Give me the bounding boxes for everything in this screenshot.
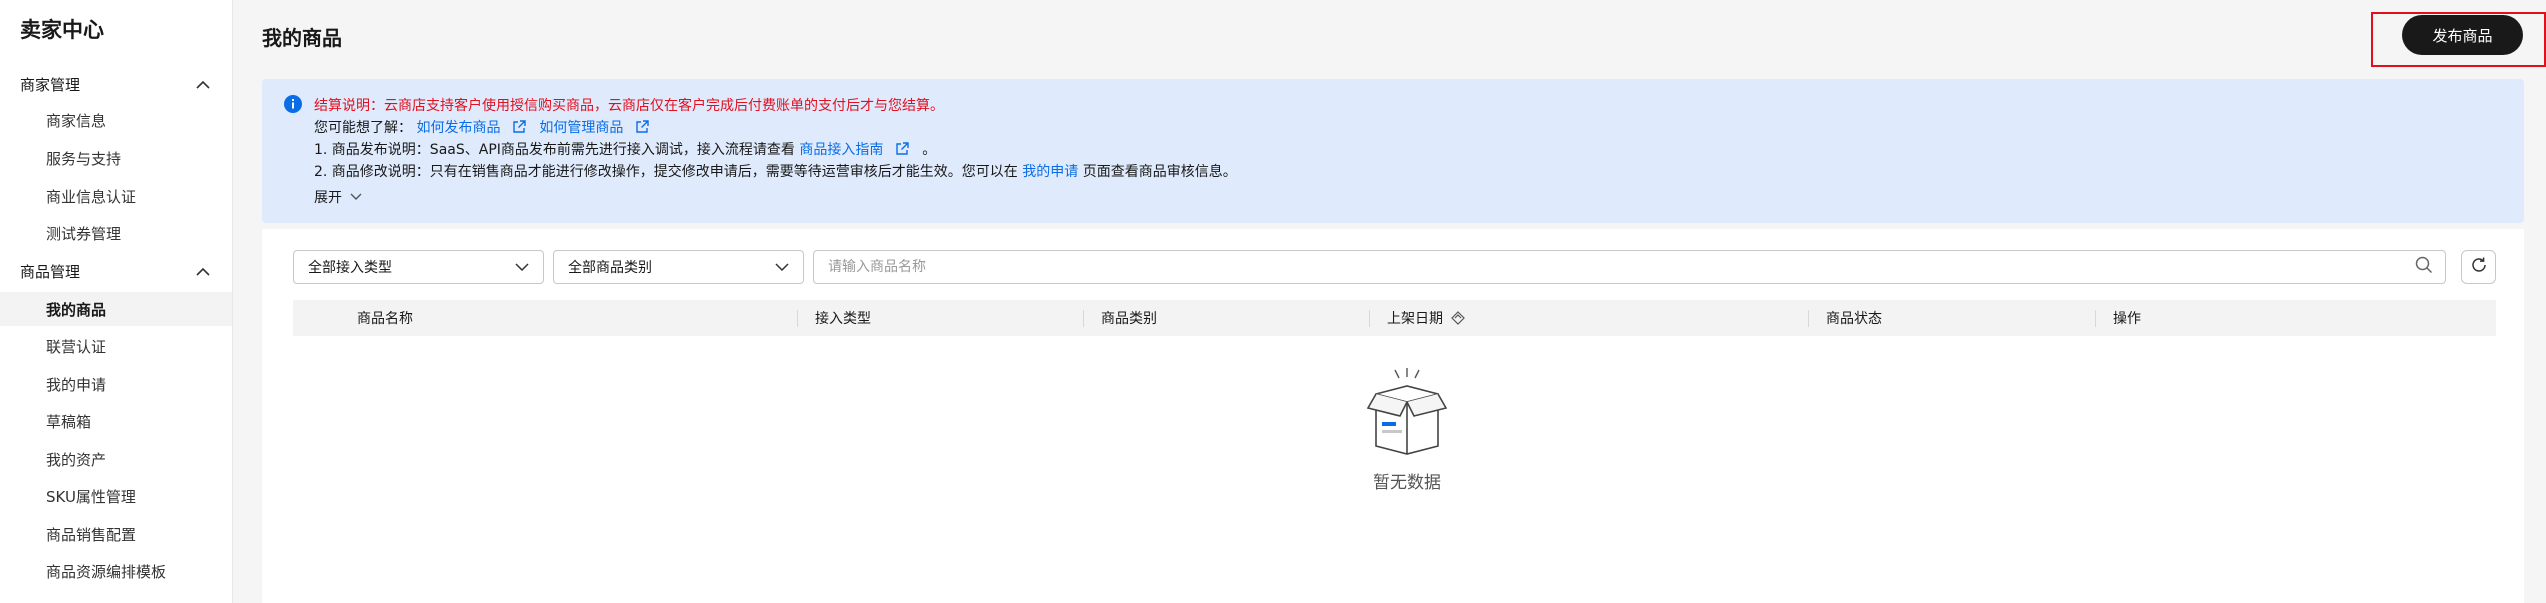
search-input[interactable] xyxy=(828,259,2415,275)
empty-box-icon xyxy=(1352,368,1462,462)
column-header-status: 商品状态 xyxy=(1826,311,1882,327)
nav-group-label: 商家管理 xyxy=(20,75,81,94)
chevron-up-icon xyxy=(195,76,211,92)
table-header: 商品名称 接入类型 商品类别 上架日期 商品状态 操作 xyxy=(293,300,2496,336)
sidebar-item-my-products[interactable]: 我的商品 xyxy=(0,292,232,326)
access-type-select[interactable]: 全部接入类型 xyxy=(293,250,544,284)
sidebar-item-my-assets[interactable]: 我的资产 xyxy=(0,442,232,476)
nav-group-product-management[interactable]: 商品管理 xyxy=(0,254,233,288)
refresh-icon xyxy=(2470,256,2488,278)
sidebar-title: 卖家中心 xyxy=(20,18,104,42)
sidebar-item-merchant-info[interactable]: 商家信息 xyxy=(0,103,232,137)
sidebar-item-sku-attributes[interactable]: SKU属性管理 xyxy=(0,479,232,513)
chevron-down-icon xyxy=(775,259,789,275)
column-header-name: 商品名称 xyxy=(357,311,413,327)
publish-instructions: 1. 商品发布说明：SaaS、API商品发布前需先进行接入调试，接入流程请查看 … xyxy=(314,141,937,158)
how-to-manage-link[interactable]: 如何管理商品 xyxy=(539,120,623,136)
publish-product-button[interactable]: 发布商品 xyxy=(2402,15,2523,55)
nav-group-merchant-management[interactable]: 商家管理 xyxy=(0,67,233,101)
empty-state: 暂无数据 xyxy=(1317,366,1497,493)
sidebar-item-resource-templates[interactable]: 商品资源编排模板 xyxy=(0,554,232,588)
search-icon[interactable] xyxy=(2415,256,2433,278)
sidebar-item-drafts[interactable]: 草稿箱 xyxy=(0,404,232,438)
external-link-icon xyxy=(634,119,650,135)
page-title: 我的商品 xyxy=(262,26,342,50)
sidebar-item-my-applications[interactable]: 我的申请 xyxy=(0,367,232,401)
column-header-listed-date[interactable]: 上架日期 xyxy=(1387,300,1465,336)
sidebar-item-sales-config[interactable]: 商品销售配置 xyxy=(0,517,232,551)
column-header-access-type: 接入类型 xyxy=(815,311,871,327)
products-panel: 全部接入类型 全部商品类别 商品名称 接入类型 商品类别 上架日期 xyxy=(262,229,2524,603)
info-icon xyxy=(284,95,302,113)
maybe-interested-line: 您可能想了解： 如何发布商品 如何管理商品 xyxy=(314,117,658,137)
info-notice: 结算说明：云商店支持客户使用授信购买商品，云商店仅在客户完成后付费账单的支付后才… xyxy=(262,79,2524,223)
my-applications-link[interactable]: 我的申请 xyxy=(1022,164,1078,180)
empty-text: 暂无数据 xyxy=(1373,473,1441,493)
category-select[interactable]: 全部商品类别 xyxy=(553,250,804,284)
sidebar-item-test-coupon[interactable]: 测试券管理 xyxy=(0,216,232,250)
column-header-actions: 操作 xyxy=(2113,311,2141,327)
sidebar-item-business-cert[interactable]: 商业信息认证 xyxy=(0,179,232,213)
sort-icon[interactable] xyxy=(1451,311,1465,325)
expand-toggle[interactable]: 展开 xyxy=(314,187,362,207)
settlement-note: 结算说明：云商店支持客户使用授信购买商品，云商店仅在客户完成后付费账单的支付后才… xyxy=(314,98,944,114)
chevron-down-icon xyxy=(515,259,529,275)
modify-instructions: 2. 商品修改说明：只有在销售商品才能进行修改操作，提交修改申请后，需要等待运营… xyxy=(314,164,1237,180)
external-link-icon xyxy=(894,141,910,157)
nav-group-label: 商品管理 xyxy=(20,262,81,281)
sidebar-item-service-support[interactable]: 服务与支持 xyxy=(0,141,232,175)
chevron-down-icon xyxy=(350,189,362,205)
sidebar: 卖家中心 商家管理 商家信息 服务与支持 商业信息认证 测试券管理 商品管理 我… xyxy=(0,0,233,603)
column-header-category: 商品类别 xyxy=(1101,311,1157,327)
access-guide-link[interactable]: 商品接入指南 xyxy=(799,142,883,158)
refresh-button[interactable] xyxy=(2461,250,2496,284)
chevron-up-icon xyxy=(195,263,211,279)
sidebar-item-joint-cert[interactable]: 联营认证 xyxy=(0,329,232,363)
external-link-icon xyxy=(511,119,527,135)
product-search[interactable] xyxy=(813,250,2446,284)
how-to-publish-link[interactable]: 如何发布商品 xyxy=(416,120,500,136)
